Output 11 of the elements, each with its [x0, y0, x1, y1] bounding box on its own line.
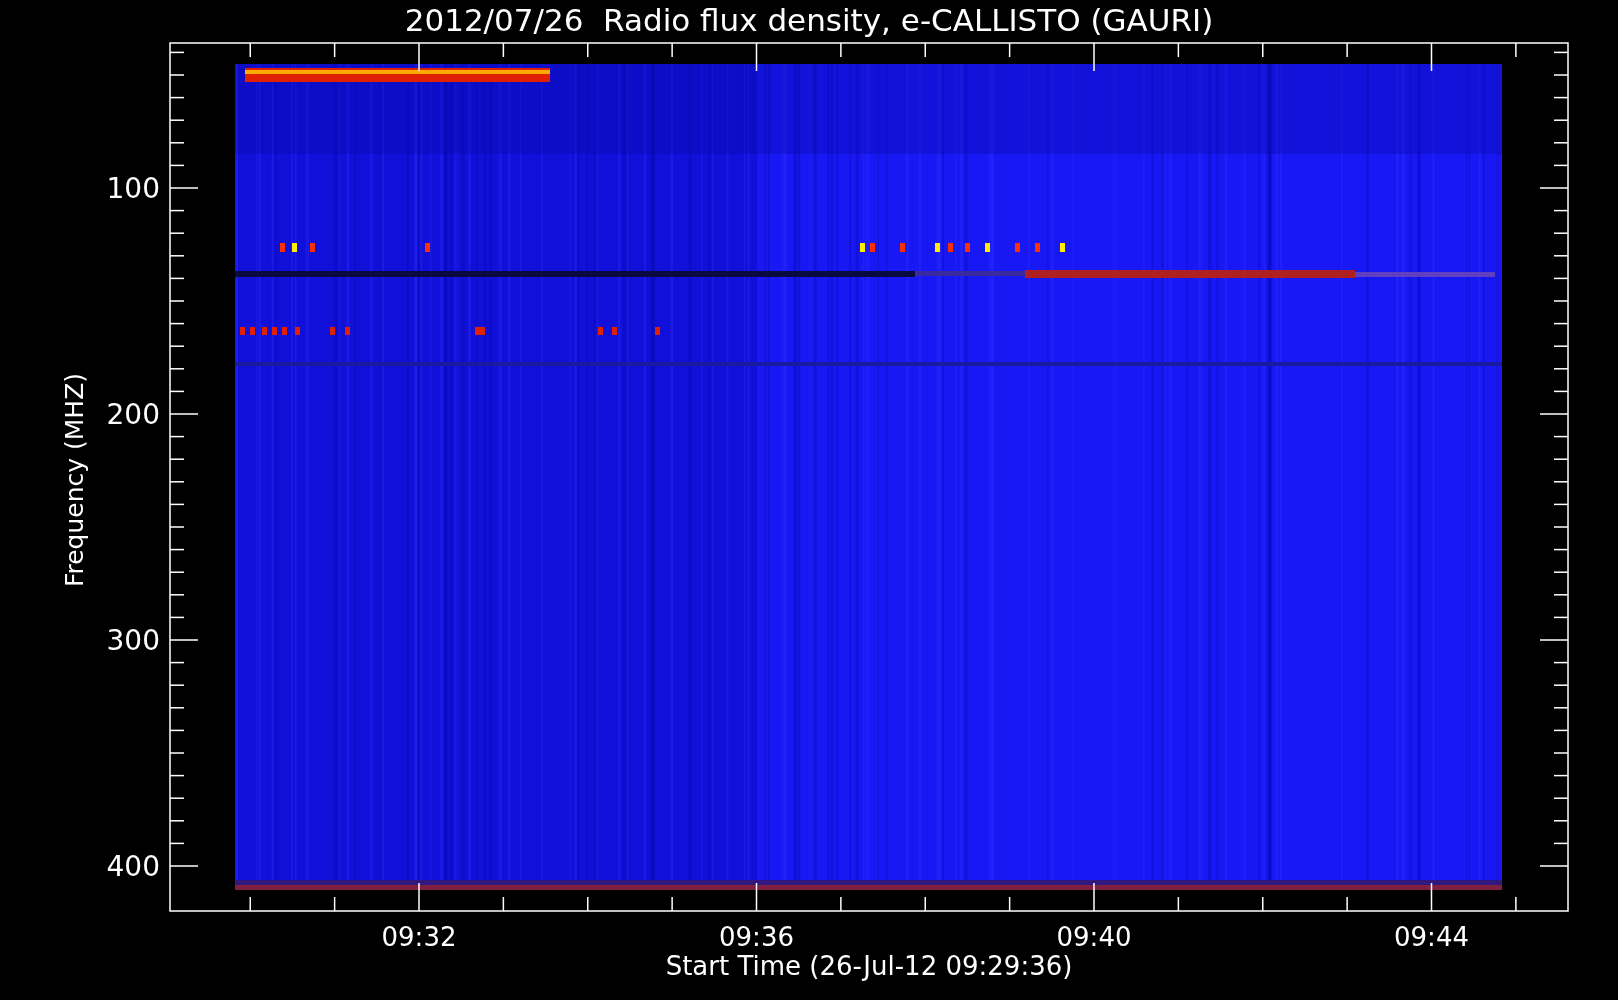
x-tick-label: 09:40 — [1056, 922, 1132, 952]
chart-title: 2012/07/26 Radio flux density, e-CALLISTO (GAURI) — [404, 2, 1214, 38]
x-axis-label: Start Time (26-Jul-12 09:29:36) — [665, 951, 1073, 981]
y-tick-label: 100 — [106, 172, 160, 205]
x-tick-label: 09:32 — [381, 922, 457, 952]
y-tick-label: 300 — [106, 624, 160, 657]
x-tick-label: 09:44 — [1394, 922, 1469, 952]
y-axis-label: Frequency (MHZ) — [60, 372, 89, 588]
y-tick-label: 400 — [106, 850, 160, 883]
x-tick-label: 09:36 — [719, 922, 794, 952]
y-tick-label: 200 — [106, 398, 160, 431]
